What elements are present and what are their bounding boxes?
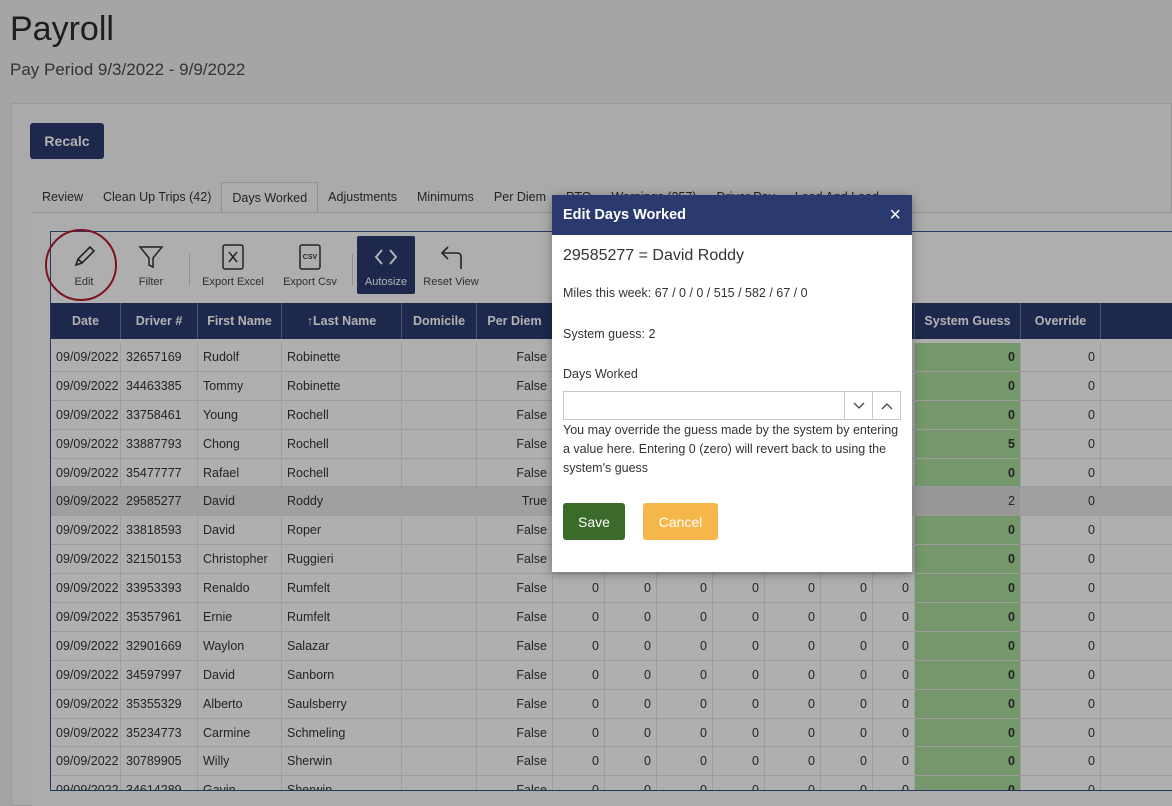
- edit-days-worked-dialog: Edit Days Worked × 29585277 = David Rodd…: [552, 195, 912, 572]
- dialog-body: 29585277 = David Roddy Miles this week: …: [552, 235, 912, 552]
- cancel-button[interactable]: Cancel: [643, 503, 718, 540]
- dialog-actions: Save Cancel: [563, 503, 901, 540]
- dialog-title: Edit Days Worked: [563, 207, 687, 223]
- miles-text: Miles this week: 67 / 0 / 0 / 515 / 582 …: [563, 286, 808, 300]
- days-worked-stepper: [563, 391, 901, 420]
- increment-button[interactable]: [872, 392, 900, 419]
- close-icon[interactable]: ×: [889, 205, 901, 225]
- driver-heading: 29585277 = David Roddy: [563, 247, 745, 264]
- days-worked-input[interactable]: [564, 392, 844, 419]
- save-button[interactable]: Save: [563, 503, 625, 540]
- chevron-up-icon: [881, 402, 892, 409]
- system-guess-text: System guess: 2: [563, 327, 656, 341]
- decrement-button[interactable]: [844, 392, 872, 419]
- days-worked-label: Days Worked: [563, 367, 638, 381]
- help-text: You may override the guess made by the s…: [563, 423, 899, 475]
- dialog-header: Edit Days Worked ×: [552, 195, 912, 235]
- chevron-down-icon: [853, 402, 864, 409]
